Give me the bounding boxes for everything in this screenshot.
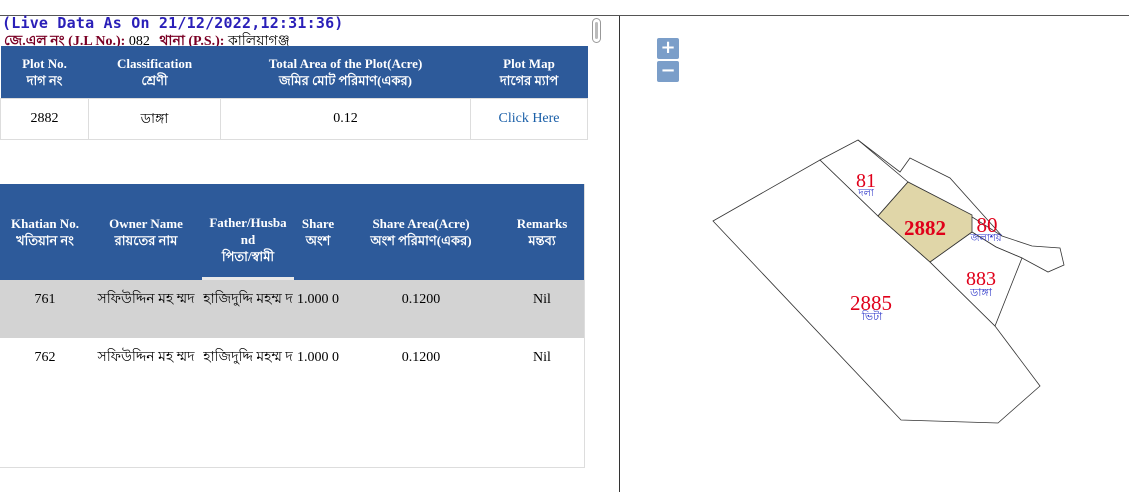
th-remarks: Remarks মন্তব্য: [500, 184, 584, 280]
scrollbar[interactable]: [592, 18, 601, 43]
plot-table-header: Plot No. দাগ নং Classification শ্রেণী Tota…: [0, 46, 588, 99]
cell-father: হাজিদুদ্দি মহম্ম দ: [202, 280, 294, 338]
plot-81-class: দলা: [857, 188, 875, 199]
cell-share: 1.000 0: [294, 280, 342, 338]
plot-map-link[interactable]: Click Here: [470, 98, 588, 140]
cell-classification: ডাঙ্গা: [88, 98, 221, 140]
cell-share: 1.000 0: [297, 350, 339, 365]
cell-father: হাজিদুদ্দি মহম্ম দ: [203, 350, 293, 365]
owner-table-container: Khatian No. খতিয়ান নং Owner Name রায়তের …: [0, 184, 585, 468]
cell-owner: সফিউদ্দিন মহ ম্মদ: [90, 280, 202, 338]
plot-table: Plot No. দাগ নং Classification শ্রেণী Tota…: [0, 46, 588, 140]
plot-map[interactable]: 81 দলা 2882 80 জলাশয় 883 ডাঙ্গা 2885 ভি…: [620, 16, 1129, 492]
cell-remarks: Nil: [533, 350, 551, 365]
cell-plot-no: 2882: [0, 98, 89, 140]
table-row: 2882 ডাঙ্গা 0.12 Click Here: [0, 98, 588, 140]
table-row: 762 সফিউদ্দিন মহ ম্মদ হাজিদুদ্দি মহম্ম দ…: [0, 338, 584, 396]
th-plot-no: Plot No. দাগ নং: [0, 46, 89, 99]
table-row: 761 সফিউদ্দিন মহ ম্মদ হাজিদুদ্দি মহম্ম দ…: [0, 280, 584, 338]
owner-table-header: Khatian No. খতিয়ান নং Owner Name রায়তের …: [0, 184, 584, 280]
plot-2882-number: 2882: [904, 216, 946, 240]
plot-2885-class: ভিটা: [861, 310, 883, 323]
cell-share-area: 0.1200: [342, 280, 500, 338]
th-total-area: Total Area of the Plot(Acre) জমির মোট পরি…: [220, 46, 471, 99]
plot-883-class: ডাঙ্গা: [969, 286, 993, 299]
cell-remarks: Nil: [500, 280, 584, 338]
plot-80-class: জলাশয়: [969, 233, 1002, 244]
owner-table: Khatian No. খতিয়ান নং Owner Name রায়তের …: [0, 184, 584, 396]
cell-khatian: 762: [34, 350, 56, 365]
th-share-area: Share Area(Acre) অংশ পরিমাণ(একর): [342, 184, 500, 280]
th-share: Share অংশ: [294, 184, 342, 280]
cell-khatian: 761: [0, 280, 90, 338]
cell-owner: সফিউদ্দিন মহ ম্মদ: [97, 350, 195, 365]
cell-share-area: 0.1200: [401, 350, 441, 365]
th-owner: Owner Name রায়তের নাম: [90, 184, 202, 280]
th-father-husband[interactable]: Father/Husba nd পিতা/স্বামী: [202, 184, 294, 280]
th-plot-map: Plot Map দাগের ম্যাপ: [470, 46, 588, 99]
cell-area: 0.12: [220, 98, 471, 140]
th-khatian: Khatian No. খতিয়ান নং: [0, 184, 90, 280]
th-classification: Classification শ্রেণী: [88, 46, 221, 99]
